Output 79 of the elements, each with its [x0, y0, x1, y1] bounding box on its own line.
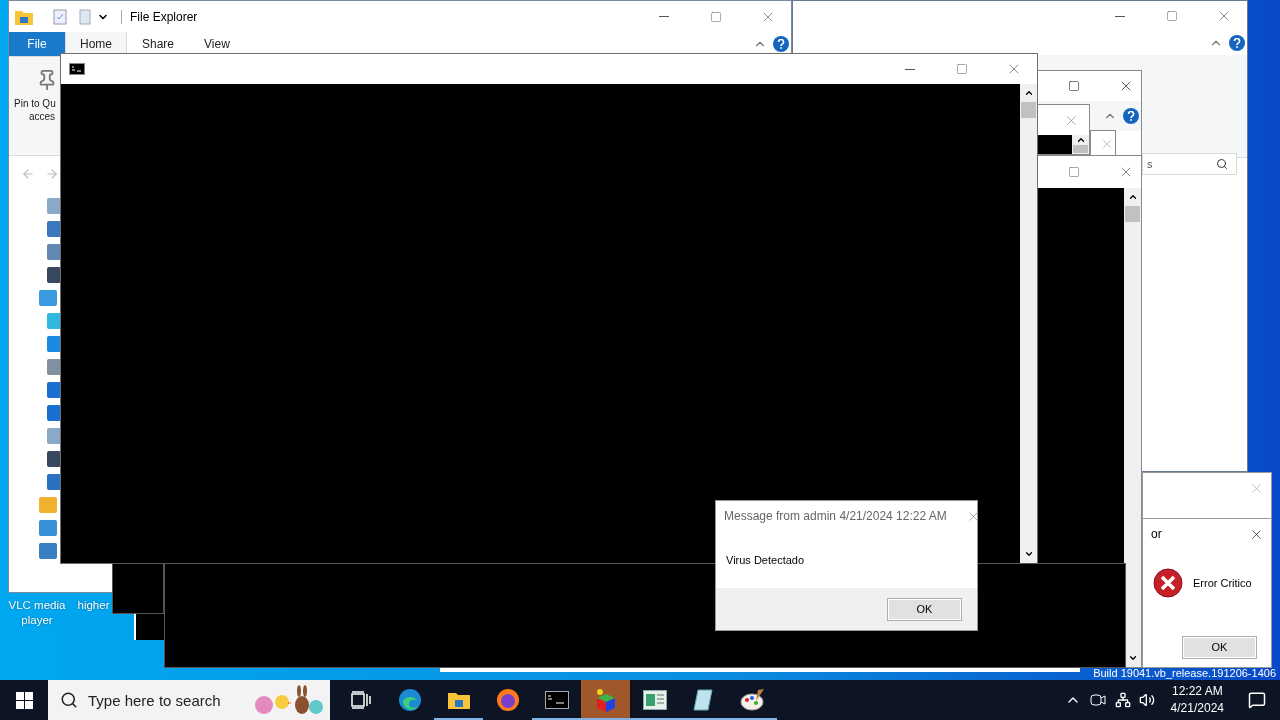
minimize-icon: [659, 16, 669, 17]
pin-label[interactable]: acces: [29, 110, 56, 123]
nav-item-icon[interactable]: [39, 497, 57, 513]
question-mark-icon: [1127, 111, 1135, 121]
new-folder-icon[interactable]: [79, 8, 91, 25]
question-mark-icon: [1233, 38, 1241, 48]
nav-item-icon[interactable]: [39, 543, 57, 559]
close-icon: [1100, 137, 1114, 151]
nav-item-icon[interactable]: [47, 382, 61, 398]
maximize-icon: [1166, 10, 1178, 22]
scroll-up-icon[interactable]: [1023, 88, 1034, 98]
maximize-icon: [1068, 80, 1080, 92]
help-icon[interactable]: [1229, 35, 1245, 51]
window-icon: [642, 690, 667, 710]
search-placeholder: Type here to search: [88, 691, 221, 709]
forward-icon[interactable]: [45, 167, 59, 181]
search-field[interactable]: s: [1142, 153, 1237, 175]
notepad-icon: [691, 689, 716, 711]
nav-item-icon[interactable]: [47, 198, 61, 214]
properties-icon[interactable]: [53, 8, 67, 25]
dialog-message: Virus Detectado: [726, 553, 805, 566]
nav-item-icon[interactable]: [47, 336, 61, 352]
pin-label[interactable]: Pin to Qu: [14, 97, 56, 110]
nav-item-icon[interactable]: [39, 290, 57, 306]
palette-icon: [739, 688, 766, 712]
console-icon: [69, 63, 85, 75]
build-info: Build 19041.vb_release.191206-1406: [1093, 667, 1276, 680]
taskbar-search-field[interactable]: Type here to search: [48, 680, 330, 720]
notifications-icon[interactable]: [1248, 691, 1266, 709]
scroll-down-icon[interactable]: [1127, 653, 1138, 663]
question-mark-icon: [777, 39, 785, 49]
file-menu-button[interactable]: File: [9, 32, 65, 56]
help-icon[interactable]: [1123, 108, 1139, 124]
maximize-icon: [1068, 166, 1080, 178]
scrollbar-thumb[interactable]: [1073, 145, 1088, 153]
maximize-icon: [956, 63, 968, 75]
minimize-icon: [905, 68, 915, 70]
ok-button[interactable]: OK: [887, 597, 962, 621]
folder-icon: [446, 690, 471, 710]
error-icon: [1153, 568, 1183, 598]
scroll-up-icon[interactable]: [1127, 192, 1138, 202]
nav-item-icon[interactable]: [47, 244, 61, 260]
dialog-title: Message from admin 4/21/2024 12:22 AM: [724, 509, 947, 523]
nav-item-icon[interactable]: [47, 359, 61, 375]
nav-item-icon[interactable]: [47, 474, 61, 490]
nav-item-icon[interactable]: [47, 428, 61, 444]
search-icon: [60, 691, 78, 709]
nav-item-icon[interactable]: [47, 405, 61, 421]
nav-item-icon[interactable]: [47, 221, 61, 237]
nav-item-icon[interactable]: [39, 520, 57, 536]
ribbon-tab[interactable]: View: [189, 32, 245, 56]
volume-icon[interactable]: [1138, 692, 1155, 708]
nav-item-icon[interactable]: [47, 451, 61, 467]
task-view-icon: [350, 691, 371, 709]
webcam-icon[interactable]: [1088, 692, 1107, 708]
dialog-title: or: [1151, 527, 1162, 541]
windows-logo-icon: [15, 691, 33, 709]
nav-item-icon[interactable]: [47, 267, 61, 283]
window-title: File Explorer: [121, 9, 198, 24]
clock-button[interactable]: 12:22 AM 4/21/2024: [1162, 683, 1232, 717]
back-icon[interactable]: [21, 167, 35, 181]
folder-icon: [15, 8, 33, 25]
scrollbar-thumb[interactable]: [1021, 102, 1036, 118]
search-text: s: [1147, 158, 1153, 170]
scroll-up-icon[interactable]: [1075, 135, 1086, 145]
scroll-down-icon[interactable]: [1023, 549, 1034, 559]
ribbon-tab[interactable]: Home: [65, 32, 127, 56]
ok-button[interactable]: OK: [1182, 635, 1257, 659]
nav-item-icon[interactable]: [47, 313, 61, 329]
minimize-icon: [1115, 15, 1125, 17]
network-icon[interactable]: [1114, 692, 1131, 708]
console-icon: [544, 691, 569, 709]
browser-icon: [397, 688, 422, 712]
maximize-icon: [710, 10, 722, 23]
scrollbar-thumb[interactable]: [1125, 206, 1140, 222]
ribbon-tab[interactable]: Share: [127, 32, 190, 56]
help-icon[interactable]: [773, 36, 789, 52]
search-icon: [1216, 158, 1228, 170]
error-message: Error Critico: [1193, 577, 1252, 589]
